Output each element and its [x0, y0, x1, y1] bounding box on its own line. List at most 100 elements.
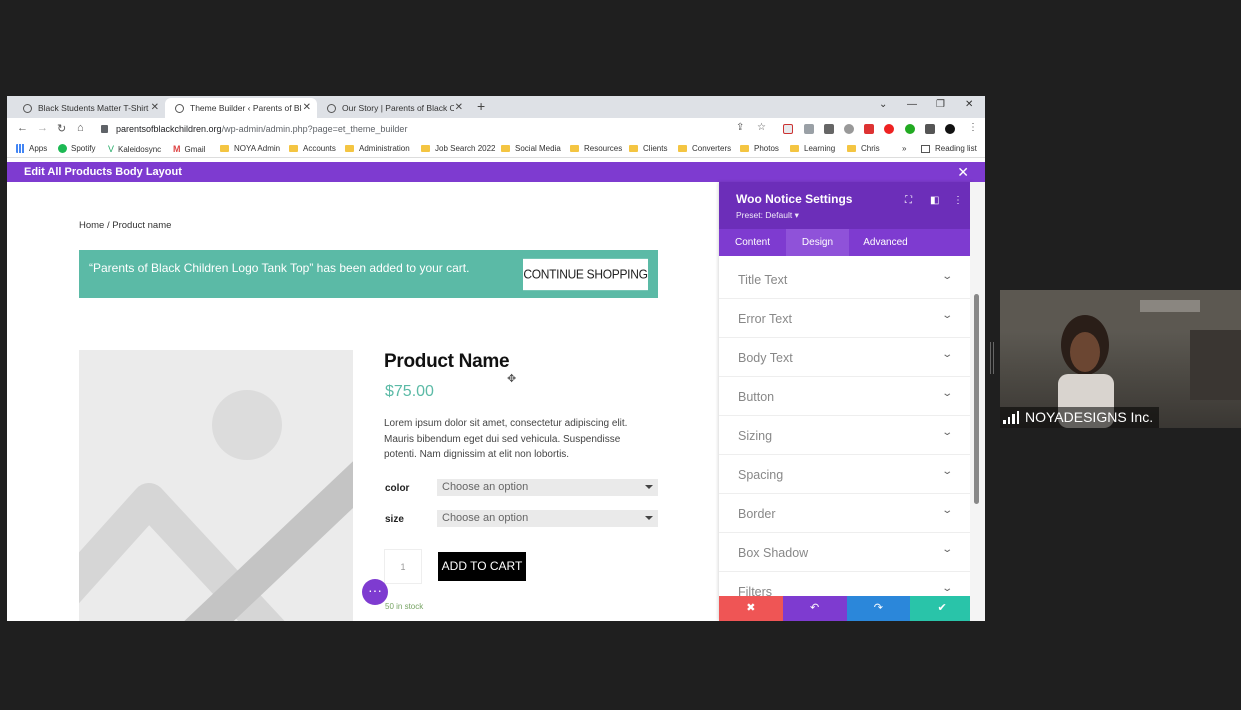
scrollbar-thumb[interactable]	[974, 294, 979, 504]
browser-tab[interactable]: Our Story | Parents of Black Childr ✕	[317, 98, 469, 118]
panel-title: Woo Notice Settings	[736, 192, 853, 206]
home-icon[interactable]: ⌂	[77, 122, 84, 134]
maximize-icon[interactable]: ❐	[936, 99, 945, 110]
address-bar[interactable]: parentsofblackchildren.org/wp-admin/admi…	[101, 121, 749, 137]
share-icon[interactable]: ⇪	[736, 122, 744, 133]
folder-icon	[501, 145, 510, 152]
chevron-down-icon: ⌄	[940, 505, 953, 516]
extension-circle-icon[interactable]	[844, 124, 854, 134]
section-title-text[interactable]: Title Text ⌄	[719, 260, 974, 299]
extensions-puzzle-icon[interactable]	[925, 124, 935, 134]
bookmark-label: Converters	[692, 144, 732, 153]
bookmark-folder[interactable]: Clients	[629, 144, 667, 153]
bookmark-folder[interactable]: Job Search 2022	[421, 144, 496, 153]
breadcrumb[interactable]: Home / Product name	[79, 220, 171, 231]
notice-message: “Parents of Black Children Logo Tank Top…	[89, 261, 470, 275]
quantity-input[interactable]: 1	[384, 549, 422, 584]
tab-design[interactable]: Design	[786, 229, 849, 256]
redo-icon[interactable]: ↷	[846, 596, 911, 621]
chevron-down-icon: ⌄	[940, 310, 953, 321]
fullscreen-icon[interactable]: ⛶	[905, 195, 912, 206]
bookmark-spotify[interactable]: Spotify	[58, 144, 95, 153]
bookmark-kaleidosync[interactable]: V Kaleidosync	[108, 144, 161, 154]
tab-search-chevron-icon[interactable]: ⌄	[879, 99, 887, 110]
product-image-placeholder[interactable]	[79, 350, 353, 621]
section-label: Border	[738, 507, 776, 521]
close-window-icon[interactable]: ✕	[965, 99, 973, 110]
chevron-down-icon: ⌄	[940, 544, 953, 555]
video-drag-handle[interactable]	[990, 342, 994, 374]
panel-more-icon[interactable]: ⋮	[953, 195, 963, 206]
bookmark-apps[interactable]: Apps	[16, 144, 47, 153]
color-select[interactable]: Choose an option	[437, 479, 658, 496]
stock-status: 50 in stock	[385, 602, 424, 611]
back-icon[interactable]: ←	[17, 122, 28, 134]
bookmark-folder[interactable]: Resources	[570, 144, 622, 153]
preset-selector[interactable]: Preset: Default ▾	[736, 210, 799, 221]
extension-badge-icon[interactable]	[864, 124, 874, 134]
bookmark-folder[interactable]: Photos	[740, 144, 779, 153]
kaleidosync-icon: V	[108, 144, 115, 154]
browser-tab[interactable]: Black Students Matter T-Shirt | Pa ✕	[13, 98, 165, 118]
undo-icon[interactable]: ↶	[782, 596, 847, 621]
section-border[interactable]: Border ⌄	[719, 494, 974, 533]
section-body-text[interactable]: Body Text ⌄	[719, 338, 974, 377]
continue-shopping-button[interactable]: CONTINUE SHOPPING	[523, 258, 648, 291]
folder-icon	[678, 145, 687, 152]
site-favicon-icon	[175, 103, 184, 113]
reading-list[interactable]: Reading list	[921, 144, 977, 153]
section-sizing[interactable]: Sizing ⌄	[719, 416, 974, 455]
size-select[interactable]: Choose an option	[437, 510, 658, 527]
add-to-cart-button[interactable]: ADD TO CART	[438, 552, 526, 581]
section-box-shadow[interactable]: Box Shadow ⌄	[719, 533, 974, 572]
minimize-icon[interactable]: —	[907, 99, 917, 110]
tab-content[interactable]: Content	[719, 229, 786, 256]
builder-title: Edit All Products Body Layout	[24, 166, 182, 178]
close-builder-icon[interactable]: ✕	[957, 164, 969, 181]
bookmark-star-icon[interactable]: ☆	[757, 122, 766, 133]
section-spacing[interactable]: Spacing ⌄	[719, 455, 974, 494]
dropdown-caret-icon	[645, 485, 653, 489]
forward-icon[interactable]: →	[37, 122, 48, 134]
browser-tab-active[interactable]: Theme Builder ‹ Parents of Black C ✕	[165, 98, 317, 118]
panel-scrollbar[interactable]	[970, 182, 985, 621]
variation-label-color: color	[385, 483, 410, 494]
folder-icon	[740, 145, 749, 152]
bookmarks-overflow[interactable]: »	[902, 144, 906, 153]
site-favicon-icon	[327, 103, 336, 113]
extension-calendar-icon[interactable]	[783, 124, 793, 134]
bookmark-folder[interactable]: Social Media	[501, 144, 561, 153]
chevron-down-icon: ⌄	[940, 583, 953, 594]
reading-list-icon	[921, 144, 930, 153]
section-button[interactable]: Button ⌄	[719, 377, 974, 416]
tab-close-icon[interactable]: ✕	[303, 102, 311, 113]
woo-notice[interactable]: “Parents of Black Children Logo Tank Top…	[79, 250, 658, 298]
browser-menu-icon[interactable]: ⋮	[968, 122, 978, 133]
tab-advanced[interactable]: Advanced	[849, 229, 922, 256]
tab-close-icon[interactable]: ✕	[151, 102, 159, 113]
tab-close-icon[interactable]: ✕	[455, 102, 463, 113]
chevron-down-icon: ⌄	[940, 349, 953, 360]
bookmark-folder[interactable]: Chris	[847, 144, 880, 153]
bookmark-gmail[interactable]: M Gmail	[173, 144, 205, 154]
bookmark-folder[interactable]: Learning	[790, 144, 835, 153]
section-error-text[interactable]: Error Text ⌄	[719, 299, 974, 338]
save-changes-icon[interactable]: ✔	[910, 596, 974, 621]
extension-pinterest-icon[interactable]	[884, 124, 894, 134]
bookmark-folder[interactable]: Accounts	[289, 144, 336, 153]
product-title: Product Name	[384, 351, 510, 372]
bookmark-label: Administration	[359, 144, 410, 153]
bookmark-folder[interactable]: NOYA Admin	[220, 144, 280, 153]
bookmark-folder[interactable]: Converters	[678, 144, 731, 153]
bookmark-folder[interactable]: Administration	[345, 144, 410, 153]
folder-icon	[570, 145, 579, 152]
reload-icon[interactable]: ↻	[57, 122, 66, 135]
extension-green-icon[interactable]	[905, 124, 915, 134]
builder-page-options-icon[interactable]: ···	[362, 579, 388, 605]
extension-eyedropper-icon[interactable]	[824, 124, 834, 134]
discard-changes-icon[interactable]: ✖	[719, 596, 783, 621]
new-tab-icon[interactable]: +	[477, 98, 485, 114]
profile-avatar-icon[interactable]	[945, 124, 955, 134]
sidebar-layout-icon[interactable]: ◧	[930, 195, 939, 206]
extension-camera-icon[interactable]	[804, 124, 814, 134]
